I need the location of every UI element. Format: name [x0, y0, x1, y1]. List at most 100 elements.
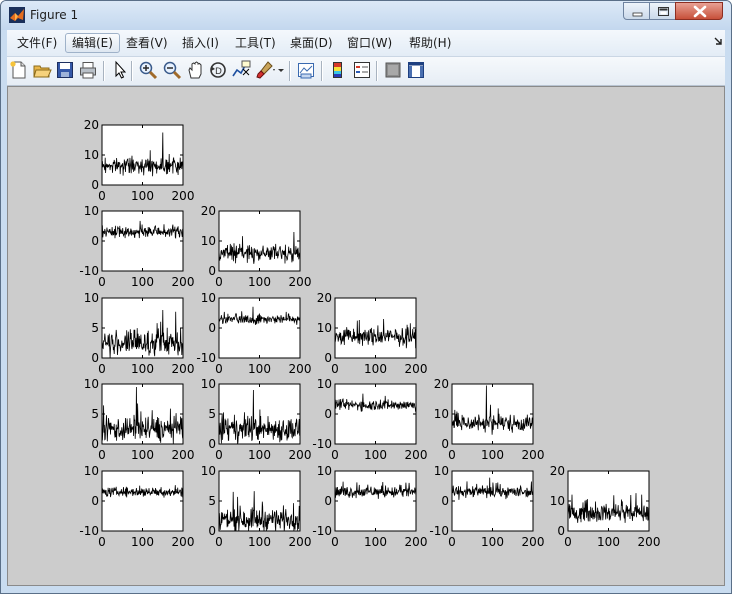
figure-window: Figure 1 文件(F) 编辑(E) 查看(V) 插入(I) 工具(T) 桌面(D) 窗…: [0, 0, 732, 594]
x-tick-label: 200: [172, 275, 195, 289]
zoom-out-icon[interactable]: [162, 60, 182, 80]
close-button[interactable]: [675, 2, 723, 20]
axes-box: [101, 124, 184, 186]
x-tick-label: 100: [597, 535, 620, 549]
x-tick-label: 100: [364, 448, 387, 462]
subplot-r4c3[interactable]: -100100 100 200: [312, 377, 427, 462]
axes-box: [451, 470, 534, 532]
x-tick-label: 100: [248, 275, 271, 289]
figure-canvas[interactable]: 0 10 20 0 100 200 -10 0 10 0 100 200 0 10 20 0 100 200 0 5 1…: [7, 86, 725, 586]
y-tick-label: 10: [84, 204, 99, 218]
subplot-r5c4[interactable]: -100100 100 200: [429, 464, 544, 549]
y-tick-label: 10: [201, 234, 216, 248]
menu-item-7[interactable]: 窗口(W): [341, 33, 398, 53]
show-plot-tools-icon[interactable]: [406, 60, 426, 80]
save-figure-icon[interactable]: [55, 60, 75, 80]
hide-plot-tools-icon[interactable]: [383, 60, 403, 80]
subplot-r3c3[interactable]: 010200 100 200: [317, 291, 428, 376]
close-icon: [693, 5, 707, 18]
x-tick-label: 200: [289, 535, 312, 549]
y-tick-label: -10: [79, 264, 99, 278]
x-tick-label: 0: [98, 275, 106, 289]
y-tick-label: 0: [208, 321, 216, 335]
subplot-r5c5[interactable]: 010200 100 200: [550, 464, 661, 549]
insert-legend-icon[interactable]: [352, 60, 372, 80]
menu-item-2[interactable]: 编辑(E): [65, 33, 120, 53]
data-cursor-icon[interactable]: [231, 60, 251, 80]
x-tick-label: 100: [248, 535, 271, 549]
subplot-r5c2[interactable]: 05100 100 200: [201, 464, 312, 549]
x-tick-label: 100: [248, 448, 271, 462]
y-tick-label: 0: [91, 234, 99, 248]
subplot-r5c3[interactable]: -100100 100 200: [312, 464, 427, 549]
edit-plot-arrow-icon[interactable]: [110, 60, 130, 80]
x-tick-label: 0: [331, 535, 339, 549]
y-tick-label: -10: [312, 437, 332, 451]
pan-hand-icon[interactable]: [185, 60, 205, 80]
minimize-button[interactable]: [623, 2, 650, 20]
axes-box: [334, 383, 417, 445]
subplot-r3c2[interactable]: -100100 100 200: [196, 291, 311, 376]
figure-toolbar: D: [7, 57, 725, 86]
menu-item-3[interactable]: 查看(V): [120, 33, 174, 53]
brush-options-dropdown-icon[interactable]: [277, 60, 297, 80]
dock-figure-icon[interactable]: [713, 36, 723, 48]
x-tick-label: 100: [364, 362, 387, 376]
x-tick-label: 200: [405, 448, 428, 462]
print-figure-icon[interactable]: [78, 60, 98, 80]
y-tick-label: 20: [317, 291, 332, 305]
subplot-r4c1[interactable]: 05100 100 200: [84, 377, 195, 462]
y-tick-label: 10: [84, 464, 99, 478]
x-tick-label: 100: [248, 362, 271, 376]
menu-item-8[interactable]: 帮助(H): [403, 33, 457, 53]
y-tick-label: 10: [84, 291, 99, 305]
subplot-r5c1[interactable]: -100100 100 200: [79, 464, 194, 549]
y-tick-label: -10: [429, 524, 449, 538]
subplot-r2c2[interactable]: 010200 100 200: [201, 204, 312, 289]
x-tick-label: 0: [98, 362, 106, 376]
x-tick-label: 100: [131, 535, 154, 549]
maximize-button[interactable]: [649, 2, 676, 20]
subplot-r4c4[interactable]: 010200 100 200: [434, 377, 545, 462]
x-tick-label: 100: [364, 535, 387, 549]
y-tick-label: 20: [201, 204, 216, 218]
x-tick-label: 0: [215, 535, 223, 549]
open-file-icon[interactable]: [32, 60, 52, 80]
x-tick-label: 200: [638, 535, 661, 549]
x-tick-label: 200: [289, 448, 312, 462]
x-tick-label: 100: [481, 535, 504, 549]
brush-icon[interactable]: [255, 60, 275, 80]
menu-item-5[interactable]: 工具(T): [229, 33, 282, 53]
x-tick-label: 200: [172, 189, 195, 203]
x-tick-label: 200: [172, 535, 195, 549]
y-tick-label: 10: [317, 321, 332, 335]
subplot-r1c1[interactable]: 010200 100 200: [84, 118, 195, 203]
link-plot-icon[interactable]: [296, 60, 316, 80]
toolbar-separator: [131, 61, 133, 81]
x-tick-label: 100: [131, 362, 154, 376]
menu-item-6[interactable]: 桌面(D): [284, 33, 339, 53]
insert-colorbar-icon[interactable]: [328, 60, 348, 80]
menu-bar: 文件(F) 编辑(E) 查看(V) 插入(I) 工具(T) 桌面(D) 窗口(W) 帮助(H): [7, 30, 725, 57]
title-bar[interactable]: Figure 1: [1, 1, 731, 30]
toolbar-separator: [376, 61, 378, 81]
y-tick-label: 10: [84, 148, 99, 162]
subplot-r3c1[interactable]: 05100 100 200: [84, 291, 195, 376]
toolbar-separator: [321, 61, 323, 81]
x-tick-label: 100: [131, 275, 154, 289]
axes-box: [218, 210, 301, 272]
zoom-in-icon[interactable]: [138, 60, 158, 80]
maximize-icon: [658, 7, 669, 16]
axes-box: [451, 383, 534, 445]
y-tick-label: -10: [79, 524, 99, 538]
menu-item-1[interactable]: 文件(F): [11, 33, 63, 53]
menu-item-4[interactable]: 插入(I): [176, 33, 225, 53]
rotate-3d-icon[interactable]: D: [208, 60, 228, 80]
new-figure-icon[interactable]: [9, 60, 29, 80]
x-tick-label: 200: [172, 362, 195, 376]
y-tick-label: 20: [550, 464, 565, 478]
subplot-r4c2[interactable]: 05100 100 200: [201, 377, 312, 462]
svg-text:D: D: [215, 67, 222, 77]
subplot-r2c1[interactable]: -100100 100 200: [79, 204, 194, 289]
x-tick-label: 0: [98, 448, 106, 462]
